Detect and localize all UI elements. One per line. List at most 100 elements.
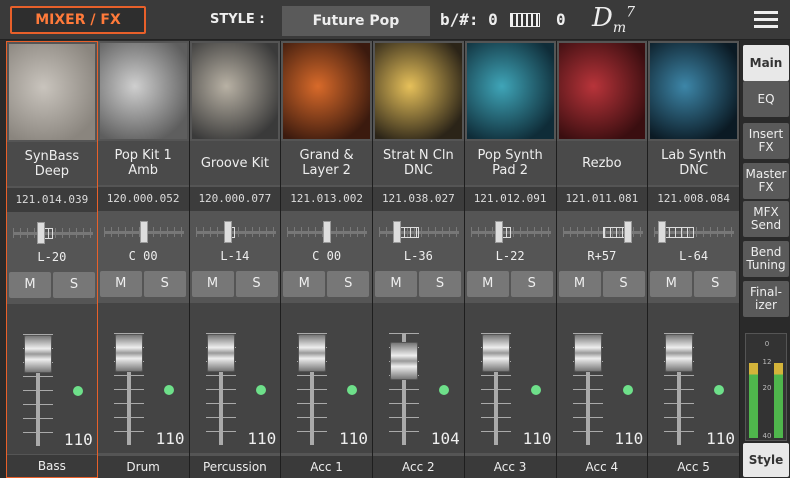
pan-handle[interactable] <box>623 221 632 243</box>
sidebar-tab[interactable]: Master FX <box>743 163 789 199</box>
volume-fader[interactable]: 110 <box>281 303 372 453</box>
channel-strip[interactable]: Pop Synth Pad 2 121.012.091 L-22 M S 110… <box>464 41 557 478</box>
status-led <box>530 385 541 395</box>
fader-handle[interactable] <box>573 333 602 372</box>
solo-button[interactable]: S <box>694 271 737 297</box>
channel-strip[interactable]: Lab Synth DNC 121.008.084 L-64 M S 110 A… <box>648 41 740 478</box>
solo-button[interactable]: S <box>602 271 645 297</box>
solo-button[interactable]: S <box>143 271 186 297</box>
top-bar: MIXER / FX STYLE : Future Pop b/#: 0 0 D… <box>0 0 790 40</box>
pan-value: R+57 <box>587 249 617 263</box>
volume-fader[interactable]: 110 <box>464 303 556 453</box>
instrument-image[interactable] <box>191 43 279 139</box>
mute-button[interactable]: M <box>99 271 142 297</box>
volume-fader[interactable]: 110 <box>556 303 648 453</box>
instrument-image[interactable] <box>9 44 95 140</box>
pan-handle[interactable] <box>37 222 46 244</box>
solo-button[interactable]: S <box>510 271 553 297</box>
mute-button[interactable]: M <box>9 272 51 298</box>
mute-button[interactable]: M <box>191 271 234 297</box>
pan-handle[interactable] <box>323 221 332 243</box>
chord-root: D <box>592 3 613 33</box>
fader-handle[interactable] <box>206 333 235 372</box>
sound-name[interactable]: Strat N Cln DNC <box>373 141 464 185</box>
fader-handle[interactable] <box>481 333 510 372</box>
mute-button[interactable]: M <box>558 271 601 297</box>
instrument-image[interactable] <box>375 43 462 139</box>
mute-button[interactable]: M <box>466 271 509 297</box>
fader-handle[interactable] <box>24 334 52 373</box>
pan-slider[interactable] <box>470 221 551 243</box>
channel-strip[interactable]: Strat N Cln DNC 121.038.027 L-36 M S 104… <box>373 41 465 478</box>
mute-button[interactable]: M <box>283 271 326 297</box>
chord-minor: m <box>612 20 627 37</box>
mixer-fx-button[interactable]: MIXER / FX <box>10 6 146 34</box>
channel-strip[interactable]: Grand & Layer 2 121.013.002 C 00 M S 110… <box>281 41 373 478</box>
key-signature[interactable]: b/#: 0 <box>440 10 498 29</box>
style-name-button[interactable]: Future Pop <box>282 6 430 36</box>
channel-strip[interactable]: Rezbo 121.011.081 R+57 M S 110 Acc 4 <box>556 41 649 478</box>
fader-handle[interactable] <box>665 333 694 372</box>
sidebar-tab[interactable]: Bend Tuning <box>743 241 789 277</box>
mute-button[interactable]: M <box>650 271 693 297</box>
pan-handle[interactable] <box>393 221 402 243</box>
mute-button[interactable]: M <box>375 271 417 297</box>
fader-handle[interactable] <box>298 333 327 372</box>
channel-label: Acc 4 <box>556 456 648 478</box>
volume-fader[interactable]: 110 <box>189 303 281 453</box>
sound-name[interactable]: SynBass Deep <box>7 142 97 186</box>
sidebar-tab[interactable]: Style <box>743 443 789 477</box>
sound-name[interactable]: Grand & Layer 2 <box>281 141 372 185</box>
pan-handle[interactable] <box>139 221 148 243</box>
instrument-image[interactable] <box>466 43 554 139</box>
sound-id: 121.011.081 <box>556 187 648 211</box>
pan-slider[interactable] <box>195 221 276 243</box>
solo-button[interactable]: S <box>235 271 278 297</box>
pan-slider[interactable] <box>562 221 643 243</box>
pan-handle[interactable] <box>223 221 232 243</box>
sound-name[interactable]: Rezbo <box>556 141 648 185</box>
sidebar-tab[interactable]: EQ <box>743 81 789 117</box>
meter-scale: 0 12 20 40 <box>761 336 773 440</box>
solo-button[interactable]: S <box>419 271 461 297</box>
instrument-image[interactable] <box>283 43 370 139</box>
sound-id: 120.000.052 <box>97 187 189 211</box>
channel-strip[interactable]: Pop Kit 1 Amb 120.000.052 C 00 M S 110 D… <box>97 41 190 478</box>
volume-fader[interactable]: 104 <box>373 303 464 453</box>
pan-handle[interactable] <box>494 221 503 243</box>
sidebar-tab[interactable]: MFX Send <box>743 201 789 237</box>
volume-fader[interactable]: 110 <box>7 304 97 454</box>
pan-handle[interactable] <box>657 221 666 243</box>
pan-slider[interactable] <box>379 221 459 243</box>
sidebar-tab[interactable]: Final-izer <box>743 281 789 317</box>
volume-fader[interactable]: 110 <box>97 303 189 453</box>
menu-icon[interactable] <box>754 11 778 29</box>
pan-slider[interactable] <box>654 221 735 243</box>
chord-ext: 7 <box>626 4 636 21</box>
pan-slider[interactable] <box>287 221 368 243</box>
fader-handle[interactable] <box>114 333 143 372</box>
sound-name[interactable]: Pop Kit 1 Amb <box>97 141 189 185</box>
fader-handle[interactable] <box>390 341 418 380</box>
channel-label: Acc 1 <box>281 456 372 478</box>
instrument-image[interactable] <box>558 43 646 139</box>
instrument-image[interactable] <box>99 43 187 139</box>
pan-slider[interactable] <box>103 221 184 243</box>
sidebar-tab[interactable]: Main <box>743 45 789 81</box>
channel-strip[interactable]: Groove Kit 120.000.077 L-14 M S 110 Perc… <box>189 41 282 478</box>
instrument-image[interactable] <box>650 43 737 139</box>
sidebar-tab[interactable]: Insert FX <box>743 123 789 159</box>
solo-button[interactable]: S <box>327 271 370 297</box>
sound-name[interactable]: Lab Synth DNC <box>648 141 739 185</box>
volume-fader[interactable]: 110 <box>648 303 739 453</box>
sound-name[interactable]: Groove Kit <box>189 141 281 185</box>
pan-value: L-20 <box>37 250 67 264</box>
channel-label: Drum <box>97 456 189 478</box>
solo-button[interactable]: S <box>53 272 95 298</box>
pan-slider[interactable] <box>13 222 93 244</box>
sound-name[interactable]: Pop Synth Pad 2 <box>464 141 556 185</box>
pan-value: L-64 <box>679 249 709 263</box>
transpose-value[interactable]: 0 <box>556 10 566 29</box>
channel-strip[interactable]: SynBass Deep 121.014.039 L-20 M S 110 Ba… <box>6 41 98 478</box>
sound-id: 121.038.027 <box>373 187 464 211</box>
